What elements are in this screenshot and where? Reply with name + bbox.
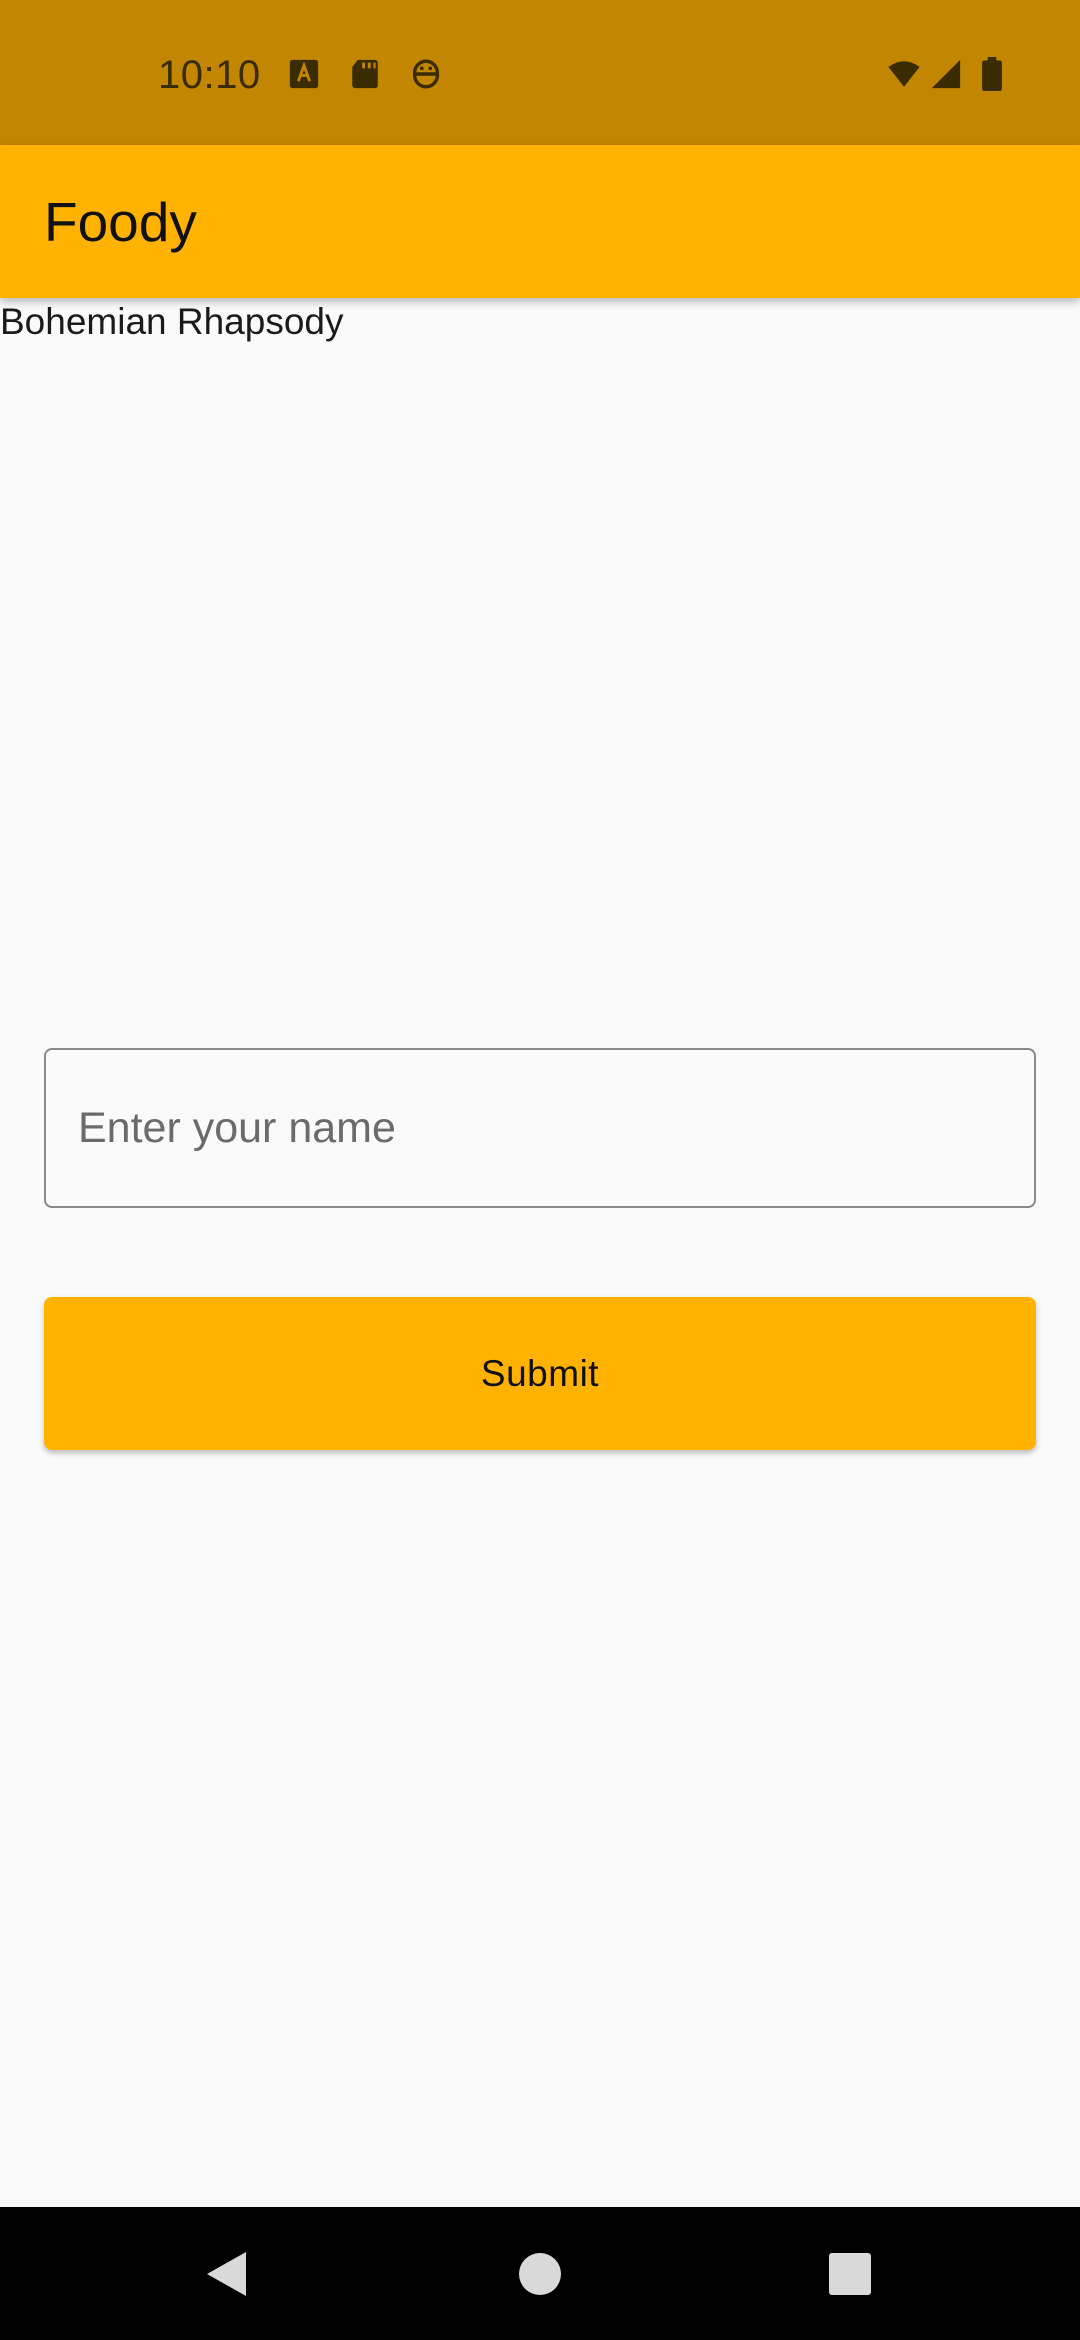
cell-signal-icon (928, 57, 964, 91)
app-title: Foody (44, 191, 197, 253)
home-button[interactable] (460, 2207, 620, 2340)
battery-icon (980, 57, 1004, 91)
back-icon (204, 2250, 248, 2298)
back-button[interactable] (146, 2207, 306, 2340)
robot-face-icon (409, 57, 443, 91)
status-time: 10:10 (158, 53, 261, 97)
sd-card-icon (348, 57, 382, 91)
recents-button[interactable] (770, 2207, 930, 2340)
song-title-text: Bohemian Rhapsody (0, 301, 344, 342)
recents-icon (829, 2252, 871, 2295)
name-input[interactable] (44, 1048, 1036, 1208)
status-bar: 10:10 (0, 0, 1080, 145)
wifi-icon (884, 57, 924, 91)
app-bar: Foody (0, 145, 1080, 298)
submit-button[interactable]: Submit (44, 1297, 1036, 1450)
a-badge-icon (287, 57, 321, 91)
navigation-bar (0, 2207, 1080, 2340)
home-icon (518, 2252, 562, 2296)
